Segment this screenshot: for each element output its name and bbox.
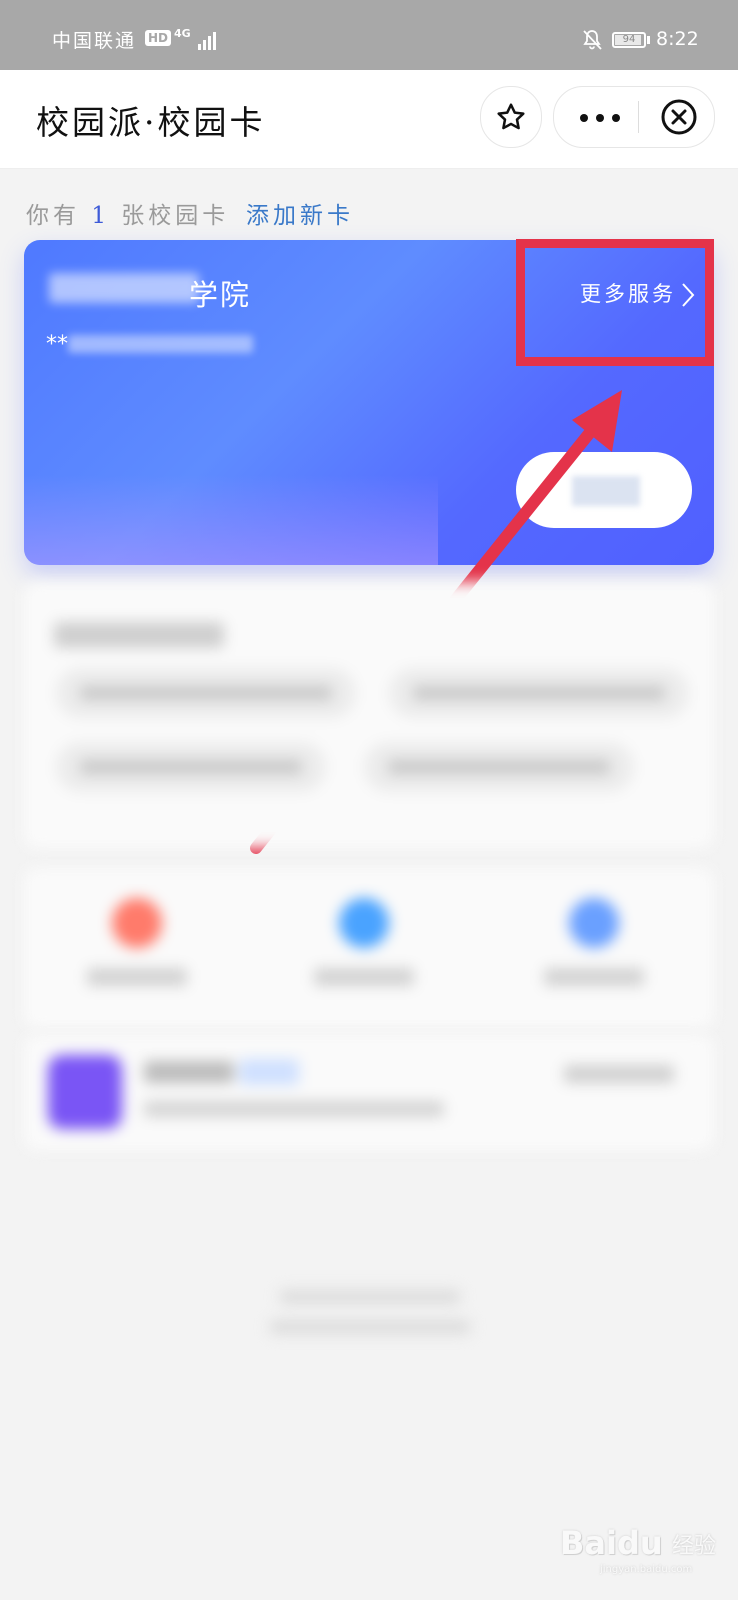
footer-blurred bbox=[270, 1290, 470, 1350]
watermark-url: jingyan.baidu.com bbox=[600, 1564, 693, 1575]
app-panel-blurred bbox=[24, 1035, 714, 1150]
watermark-text: 经验 bbox=[672, 1534, 717, 1559]
watermark-logo: Baidu bbox=[560, 1524, 663, 1562]
service-panel-blurred bbox=[24, 868, 714, 1028]
notice-panel-blurred bbox=[24, 582, 714, 848]
baidu-jingyan-watermark: Baidu 经验 jingyan.baidu.com bbox=[560, 1512, 720, 1582]
